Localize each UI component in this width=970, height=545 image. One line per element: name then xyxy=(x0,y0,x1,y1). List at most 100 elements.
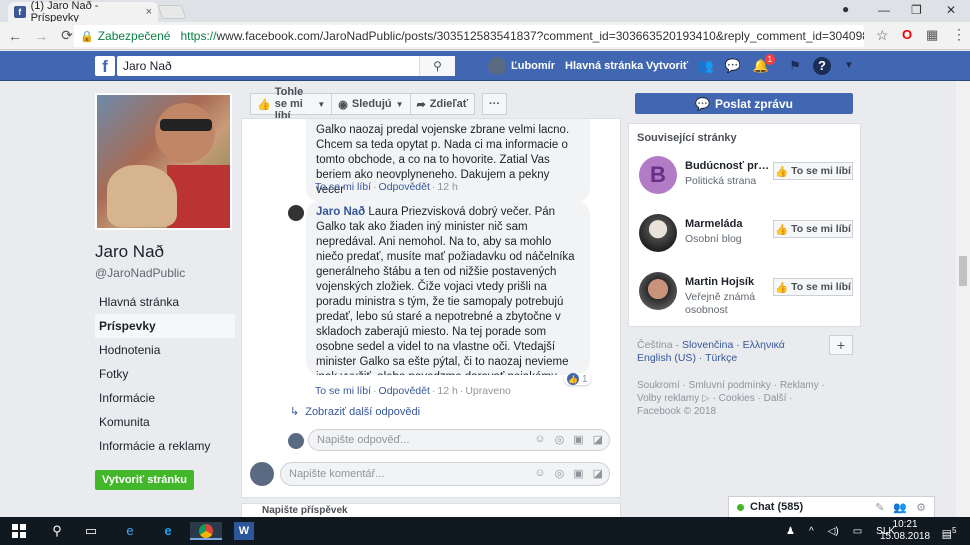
internet-explorer-icon[interactable]: e xyxy=(158,522,178,540)
sticker-icon[interactable]: ◪ xyxy=(593,467,603,480)
follow-button[interactable]: ◉ Sledujú ▼ xyxy=(331,93,411,115)
search-icon[interactable]: ⚲ xyxy=(419,56,455,76)
related-page-name[interactable]: Marmeláda xyxy=(685,218,773,230)
sidebar-item-community[interactable]: Komunita xyxy=(95,410,235,434)
emoji-icon[interactable]: ☺ xyxy=(534,467,545,480)
like-related-button[interactable]: 👍 To se mi líbí xyxy=(773,162,853,180)
tab-close-icon[interactable]: × xyxy=(146,6,152,18)
language-link[interactable]: English (US) xyxy=(637,352,696,364)
compose-icon[interactable]: ✎ xyxy=(875,501,884,514)
comment-reply-link[interactable]: Odpovědět xyxy=(379,181,430,193)
chrome-icon[interactable] xyxy=(190,522,222,540)
new-tab-button[interactable] xyxy=(157,5,187,19)
bookmark-star-icon[interactable]: ☆ xyxy=(876,27,889,44)
account-menu-icon[interactable]: ▼ xyxy=(840,57,858,75)
create-page-button[interactable]: Vytvoriť stránku xyxy=(95,470,194,490)
community-icon[interactable]: ⚑ xyxy=(786,57,804,75)
write-post-box[interactable]: Napište příspěvek xyxy=(241,503,621,517)
extension-icon[interactable]: ▦ xyxy=(926,27,938,43)
avatar[interactable] xyxy=(288,205,304,221)
sticker-icon[interactable]: ◪ xyxy=(593,433,603,446)
reply-author[interactable]: Jaro Nað xyxy=(316,206,365,218)
more-button[interactable]: ··· xyxy=(482,93,507,115)
search-icon[interactable]: ⚲ xyxy=(48,522,66,540)
create-link[interactable]: Vytvoriť xyxy=(646,51,688,81)
page-title[interactable]: Jaro Nað xyxy=(95,242,235,262)
reply-edited[interactable]: Upraveno xyxy=(465,385,511,397)
comment-time[interactable]: 12 h xyxy=(437,181,457,193)
gif-icon[interactable]: ▣ xyxy=(573,433,583,446)
task-view-icon[interactable]: ▭ xyxy=(82,522,100,540)
page-handle[interactable]: @JaroNadPublic xyxy=(95,266,235,280)
settings-gear-icon[interactable]: ⚙ xyxy=(916,501,926,514)
minimize-button[interactable]: — xyxy=(878,3,890,17)
word-icon[interactable]: W xyxy=(234,522,254,540)
opera-icon[interactable]: O xyxy=(902,27,912,42)
browser-menu-icon[interactable]: ⋮ xyxy=(952,26,966,43)
scrollbar-thumb[interactable] xyxy=(959,256,967,286)
page-logo[interactable] xyxy=(639,214,677,252)
share-button[interactable]: ➦ Zdieľať xyxy=(409,93,475,115)
search-input[interactable]: Jaro Nað ⚲ xyxy=(117,56,455,76)
page-logo[interactable] xyxy=(639,272,677,310)
sidebar-item-about[interactable]: Informácie xyxy=(95,386,235,410)
sidebar-item-photos[interactable]: Fotky xyxy=(95,362,235,386)
like-related-button[interactable]: 👍 To se mi líbí xyxy=(773,278,853,296)
back-button[interactable]: ← xyxy=(4,28,26,44)
sidebar-item-ads[interactable]: Informácie a reklamy xyxy=(95,434,235,458)
friends-icon[interactable]: 👥 xyxy=(697,57,715,75)
sidebar-item-reviews[interactable]: Hodnotenia xyxy=(95,338,235,362)
page-logo[interactable]: B xyxy=(639,156,677,194)
comment-like-link[interactable]: To se mi líbí xyxy=(315,181,371,193)
related-page-name[interactable]: Martin Hojsík xyxy=(685,276,773,288)
close-window-button[interactable]: ✕ xyxy=(946,3,956,17)
more-languages-button[interactable]: + xyxy=(829,335,853,355)
like-page-button[interactable]: 👍 Tohle se mi líbí ▼ xyxy=(250,86,333,122)
gif-icon[interactable]: ▣ xyxy=(573,467,583,480)
sidebar-item-posts[interactable]: Príspevky xyxy=(95,314,235,338)
language-link[interactable]: Slovenčina xyxy=(682,339,733,351)
footer-links[interactable]: Soukromí · Smluvní podmínky · Reklamy · … xyxy=(637,379,852,405)
more-replies-link[interactable]: ↳ Zobraziť další odpovědi xyxy=(290,405,420,418)
profile-icon[interactable]: ● xyxy=(842,2,849,16)
edge-icon[interactable]: e xyxy=(120,522,140,540)
people-icon[interactable]: ♟ xyxy=(786,526,795,537)
clock[interactable]: 10:21 15.08.2018 xyxy=(880,519,930,543)
network-icon[interactable]: ▭ xyxy=(853,526,862,537)
maximize-button[interactable]: ❐ xyxy=(911,3,922,17)
reply-like-link[interactable]: To se mi líbí xyxy=(315,385,371,397)
like-related-button[interactable]: 👍 To se mi líbí xyxy=(773,220,853,238)
reaction-count[interactable]: 👍 1 xyxy=(564,373,591,385)
action-center-icon[interactable]: ▤5 xyxy=(940,522,958,541)
reply-time[interactable]: 12 h xyxy=(437,385,457,397)
profile-picture[interactable] xyxy=(95,93,232,230)
search-value: Jaro Nað xyxy=(123,59,172,73)
group-icon[interactable]: 👥 xyxy=(893,501,907,514)
related-page-name[interactable]: Budúcnosť pre ... xyxy=(685,160,773,172)
messenger-icon[interactable]: 💬 xyxy=(724,57,742,75)
scrollbar[interactable] xyxy=(956,81,970,517)
url-field[interactable]: 🔒 Zabezpečené https://www.facebook.com/J… xyxy=(74,25,864,47)
camera-icon[interactable]: ◎ xyxy=(555,467,565,480)
hidden-icons-chevron-icon[interactable]: ^ xyxy=(809,526,814,537)
language-link[interactable]: Türkçe xyxy=(705,352,737,364)
forward-button[interactable]: → xyxy=(30,28,52,44)
notifications-icon[interactable]: 🔔 1 xyxy=(752,54,775,75)
reply-reply-link[interactable]: Odpovědět xyxy=(379,385,430,397)
send-message-button[interactable]: 💬 Poslat zprávu xyxy=(635,93,853,114)
like-label: To se mi líbí xyxy=(791,165,851,177)
language-link[interactable]: Ελληνικά xyxy=(743,339,785,351)
home-link[interactable]: Hlavná stránka xyxy=(565,51,643,81)
camera-icon[interactable]: ◎ xyxy=(555,433,565,446)
emoji-icon[interactable]: ☺ xyxy=(534,433,545,446)
profile-link[interactable]: Ľubomír xyxy=(488,51,555,81)
comment-input[interactable]: Napište komentář... ☺ ◎ ▣ ◪ xyxy=(280,462,610,486)
windows-start-icon[interactable] xyxy=(12,524,26,538)
reply-input[interactable]: Napište odpověď... ☺ ◎ ▣ ◪ xyxy=(308,429,610,451)
chat-bar[interactable]: Chat (585) ✎ 👥 ⚙ xyxy=(728,496,935,517)
facebook-logo-icon[interactable]: f xyxy=(95,56,115,76)
browser-tab[interactable]: f (1) Jaro Nað - Príspevky × xyxy=(8,0,158,24)
sidebar-item-home[interactable]: Hlavná stránka xyxy=(95,290,235,314)
volume-icon[interactable]: ◁) xyxy=(828,526,839,537)
help-icon[interactable]: ? xyxy=(813,57,831,75)
